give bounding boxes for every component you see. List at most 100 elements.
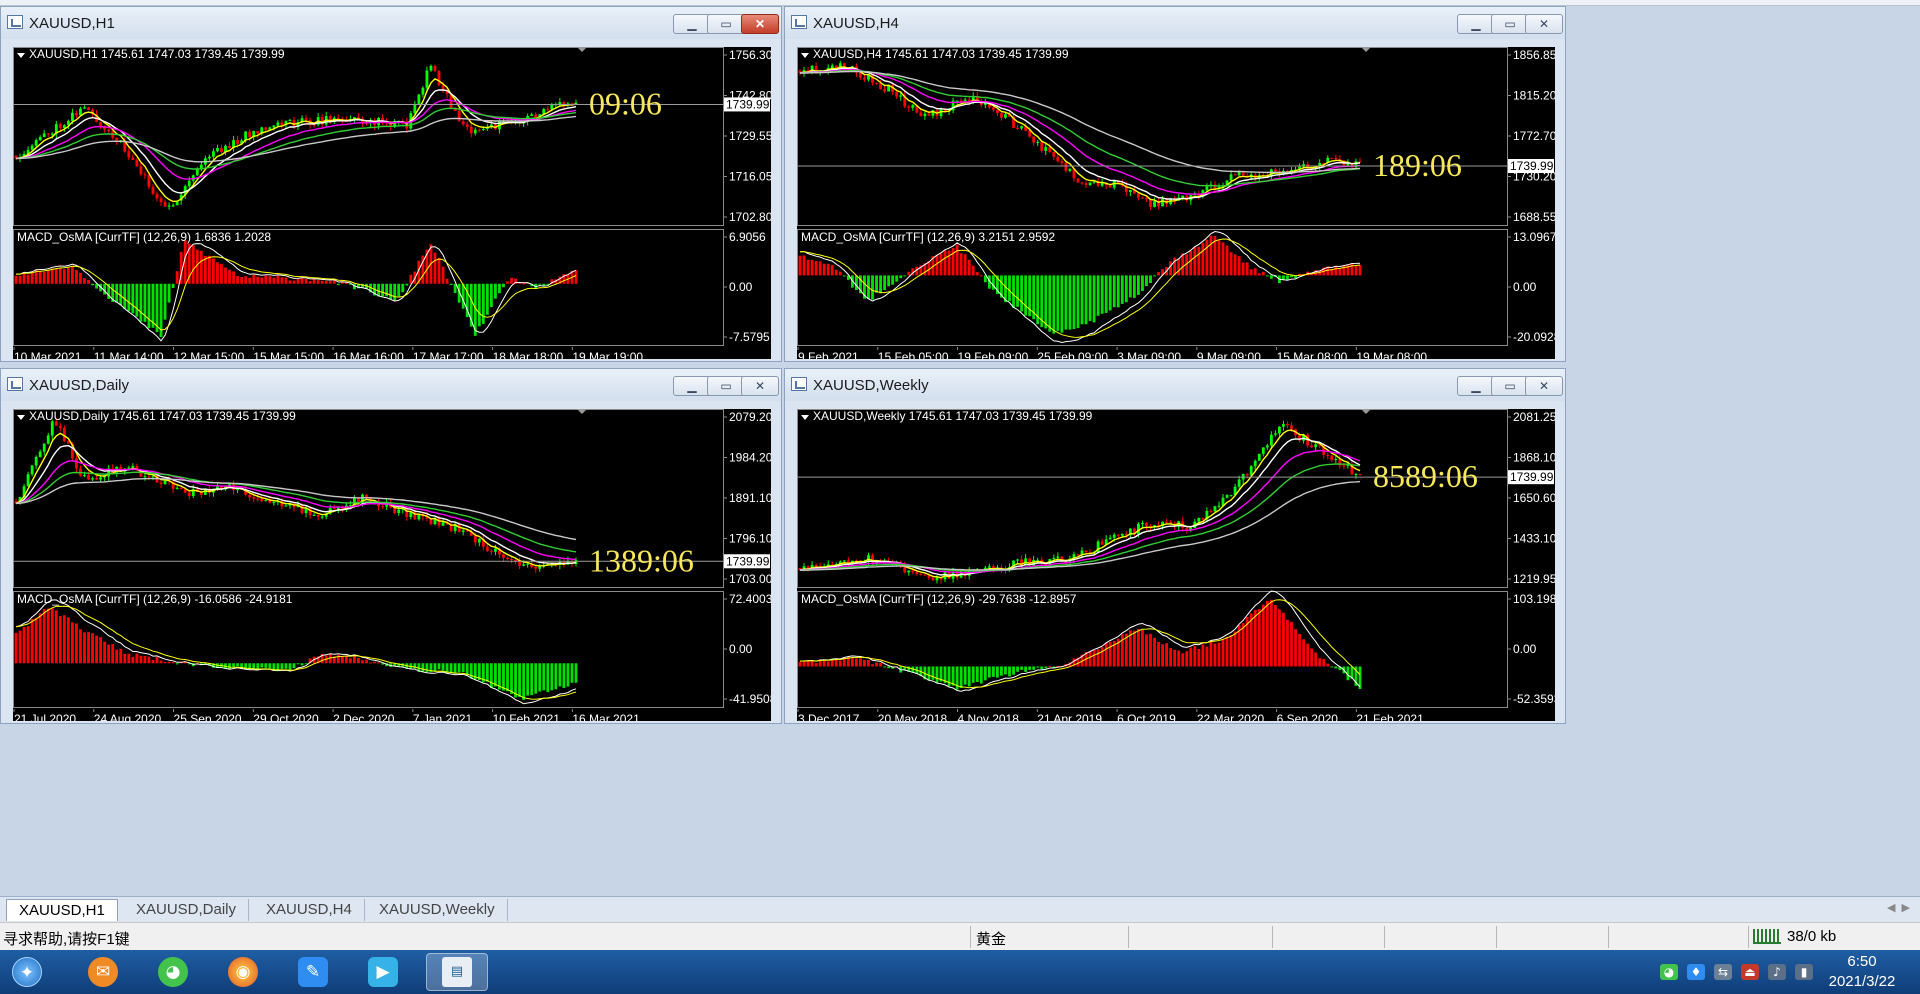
close-button[interactable]: ✕ <box>1525 14 1563 34</box>
chart-window-h1[interactable]: XAUUSD,H1 ▁ ▭ ✕ 1756.30 1742.80 1729.55 1716.05… <box>0 6 782 362</box>
candle-body <box>1201 517 1205 520</box>
macd-bar <box>163 283 167 320</box>
candle-body <box>50 421 54 436</box>
minimize-button[interactable]: ▁ <box>1457 376 1495 396</box>
clock-time: 6:50 <box>1847 953 1877 970</box>
taskbar-app-feishu[interactable]: ✎ <box>290 953 336 991</box>
candle-body <box>155 193 159 199</box>
candle-body <box>71 112 74 121</box>
maximize-button[interactable]: ▭ <box>1491 14 1529 34</box>
close-button[interactable]: ✕ <box>741 376 779 396</box>
price-chart[interactable]: 1756.301742.801729.551716.051702.801739.… <box>13 47 771 359</box>
taskbar-app-firefox[interactable]: ◉ <box>220 953 266 991</box>
candle-body <box>167 205 171 207</box>
window-titlebar[interactable]: XAUUSD,H1 ▁ ▭ ✕ <box>1 7 781 39</box>
time-tick-label: 29 Oct 2020 <box>253 712 319 721</box>
tab-xauusd-h4[interactable]: XAUUSD,H4 <box>254 899 365 921</box>
close-button[interactable]: ✕ <box>741 14 779 34</box>
time-tick-label: 25 Feb 09:00 <box>1037 350 1108 359</box>
macd-bar <box>272 277 276 284</box>
macd-bar <box>1217 240 1221 276</box>
usb-tray-icon[interactable]: ⏏ <box>1741 964 1759 980</box>
candle-body <box>216 148 219 152</box>
signal-tray-icon[interactable]: ▮ <box>1795 964 1813 980</box>
macd-tick-label: 0.00 <box>729 280 753 294</box>
candle-body <box>207 156 211 159</box>
macd-bar <box>30 619 34 664</box>
taskbar-app-player[interactable]: ▶ <box>360 953 406 991</box>
macd-bar <box>437 663 441 670</box>
macd-bar <box>171 283 175 289</box>
macd-bar <box>959 666 963 689</box>
macd-bar <box>191 245 195 284</box>
candle-body <box>30 465 34 475</box>
macd-bar <box>485 663 489 682</box>
window-titlebar[interactable]: XAUUSD,H4 ▁ ▭ ✕ <box>785 7 1565 39</box>
current-price-value: 1739.99 <box>726 554 770 568</box>
macd-bar <box>449 283 453 285</box>
macd-bar <box>1112 275 1116 308</box>
wechat-tray-icon[interactable]: ◕ <box>1660 964 1678 980</box>
candle-body <box>510 558 513 560</box>
minimize-button[interactable]: ▁ <box>673 14 711 34</box>
maximize-button[interactable]: ▭ <box>707 14 745 34</box>
price-chart[interactable]: 2079.20 1984.20 1891.10 1796.10 1703.00 1739.… <box>13 409 771 721</box>
time-tick-label: 19 Mar 08:00 <box>1356 350 1427 359</box>
macd-bar <box>1225 636 1229 667</box>
maximize-button[interactable]: ▭ <box>1491 376 1529 396</box>
status-divider <box>1748 926 1749 948</box>
chart-window-daily[interactable]: XAUUSD,Daily ▁ ▭ ✕ 2079.20 1984.20 1891.10 1796… <box>0 368 782 724</box>
taskbar-app-mail[interactable]: ✉ <box>80 953 126 991</box>
window-title: XAUUSD,Weekly <box>813 377 929 394</box>
time-tick-label: 6 Sep 2020 <box>1277 712 1339 721</box>
tab-xauusd-weekly[interactable]: XAUUSD,Weekly <box>367 899 508 921</box>
macd-bar <box>1104 275 1108 313</box>
price-chart[interactable]: 1856.851815.201772.701730.201688.551739.… <box>797 47 1555 359</box>
candle-body <box>1278 426 1281 434</box>
macd-bar <box>75 623 78 664</box>
candle-body <box>1346 464 1350 466</box>
minimize-button[interactable]: ▁ <box>1457 14 1495 34</box>
candle-body <box>212 151 215 157</box>
maximize-button[interactable]: ▭ <box>707 376 745 396</box>
network-tray-icon[interactable]: ⇆ <box>1714 964 1732 980</box>
macd-bar <box>481 283 485 324</box>
macd-bar <box>389 283 393 299</box>
macd-bar <box>171 662 175 664</box>
macd-bar <box>895 275 899 282</box>
macd-bar <box>449 663 453 673</box>
taskbar-app-trading-terminal[interactable]: ▤ <box>426 953 488 991</box>
macd-bar <box>1193 645 1197 667</box>
price-tick-label: 1868.10 <box>1513 451 1555 465</box>
price-chart[interactable]: 2081.25 1868.10 1650.60 1433.10 1219.95 1739.… <box>797 409 1555 721</box>
tab-xauusd-daily[interactable]: XAUUSD,Daily <box>124 899 250 921</box>
macd-bar <box>71 265 74 284</box>
tab-xauusd-h1[interactable]: XAUUSD,H1 <box>6 899 118 921</box>
macd-bar <box>1265 275 1269 277</box>
taskbar-clock[interactable]: 6:50 2021/3/22 <box>1812 952 1912 992</box>
candle-body <box>143 476 147 478</box>
macd-bar <box>18 630 22 664</box>
minimize-button[interactable]: ▁ <box>673 376 711 396</box>
window-titlebar[interactable]: XAUUSD,Weekly ▁ ▭ ✕ <box>785 369 1565 401</box>
macd-bar <box>236 663 239 667</box>
candle-body <box>34 140 38 146</box>
tab-scroll-arrows[interactable]: ◀ ▶ <box>1887 901 1910 914</box>
taskbar-app-wechat[interactable]: ◕ <box>150 953 196 991</box>
macd-bar <box>1108 641 1112 667</box>
macd-bar <box>123 653 127 664</box>
volume-tray-icon[interactable]: ♪ <box>1768 964 1786 980</box>
chart-window-weekly[interactable]: XAUUSD,Weekly ▁ ▭ ✕ 2081.25 1868.10 1650.60 143… <box>784 368 1566 724</box>
start-button[interactable]: ✦ <box>4 953 50 991</box>
macd-bar <box>320 280 324 284</box>
window-titlebar[interactable]: XAUUSD,Daily ▁ ▭ ✕ <box>1 369 781 401</box>
candle-body <box>963 99 967 102</box>
candle-body <box>1145 198 1148 200</box>
close-button[interactable]: ✕ <box>1525 376 1563 396</box>
chart-window-h4[interactable]: XAUUSD,H4 ▁ ▭ ✕ 1856.85 1815.20 1772.70 1730.20… <box>784 6 1566 362</box>
candle-body <box>518 561 521 566</box>
macd-bar <box>1221 242 1225 276</box>
shield-tray-icon[interactable]: ♦ <box>1687 964 1705 980</box>
macd-bar <box>1265 600 1269 667</box>
macd-bar <box>87 279 90 284</box>
